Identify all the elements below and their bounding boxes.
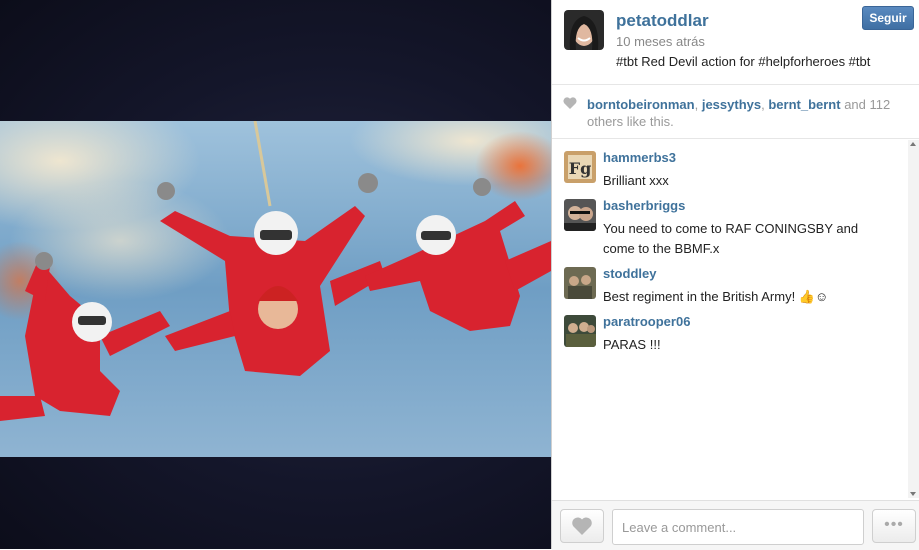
commenter-avatar[interactable]: Fg [564, 151, 596, 183]
author-avatar[interactable] [564, 10, 604, 50]
post-timestamp[interactable]: 10 meses atrás [616, 34, 705, 49]
commenter-username[interactable]: paratrooper06 [603, 314, 690, 329]
comment-input[interactable] [612, 509, 864, 545]
comment-item: paratrooper06 PARAS !!! [552, 304, 908, 352]
heart-icon [563, 97, 577, 109]
likes-count[interactable]: 112 [870, 97, 891, 112]
likes-summary: borntobeironman, jessythys, bernt_bernt … [552, 86, 919, 139]
svg-text:Fg: Fg [569, 159, 592, 178]
author-avatar-image [564, 10, 604, 50]
commenter-avatar[interactable] [564, 199, 596, 231]
comment-footer: ••• [552, 500, 919, 550]
commenter-username[interactable]: stoddley [603, 266, 656, 281]
post-header: petatoddlar 10 meses atrás #tbt Red Devi… [552, 0, 919, 85]
likes-separator: , [694, 97, 702, 112]
more-options-button[interactable]: ••• [872, 509, 916, 543]
comments-scrollbar[interactable] [908, 140, 919, 498]
likes-and: and [840, 97, 870, 112]
liker-link[interactable]: borntobeironman [587, 97, 695, 112]
commenter-username[interactable]: hammerbs3 [603, 150, 676, 165]
comment-item: basherbriggs You need to come to RAF CON… [552, 188, 908, 256]
skydivers-photo [0, 121, 551, 457]
commenter-username[interactable]: basherbriggs [603, 198, 685, 213]
commenter-avatar-image: Fg [564, 151, 596, 183]
author-username[interactable]: petatoddlar [616, 11, 709, 31]
post-sidebar: petatoddlar 10 meses atrás #tbt Red Devi… [551, 0, 919, 550]
comment-text: You need to come to RAF CONINGSBY and co… [603, 221, 859, 256]
heart-icon [572, 517, 592, 535]
liker-link[interactable]: jessythys [702, 97, 761, 112]
comment-item: Fg hammerbs3 Brilliant xxx [552, 140, 908, 188]
likes-text: borntobeironman, jessythys, bernt_bernt … [587, 96, 907, 130]
commenter-avatar-image [564, 267, 596, 299]
commenter-avatar[interactable] [564, 315, 596, 347]
scroll-down-arrow-icon[interactable] [910, 492, 916, 496]
comment-text: PARAS !!! [603, 337, 661, 352]
commenter-avatar-image [564, 199, 596, 231]
commenter-avatar[interactable] [564, 267, 596, 299]
comment-item: stoddley Best regiment in the British Ar… [552, 256, 908, 304]
likes-suffix: others like this. [587, 114, 674, 129]
follow-button[interactable]: Seguir [862, 6, 914, 30]
like-button[interactable] [560, 509, 604, 543]
post-photo[interactable] [0, 121, 551, 457]
scroll-up-arrow-icon[interactable] [910, 142, 916, 146]
commenter-avatar-image [564, 315, 596, 347]
comments-list: Fg hammerbs3 Brilliant xxx basherbriggs … [552, 140, 908, 500]
post-caption: #tbt Red Devil action for #helpforheroes… [616, 54, 871, 69]
liker-link[interactable]: bernt_bernt [768, 97, 840, 112]
media-viewer [0, 0, 551, 549]
ellipsis-icon: ••• [884, 516, 904, 533]
